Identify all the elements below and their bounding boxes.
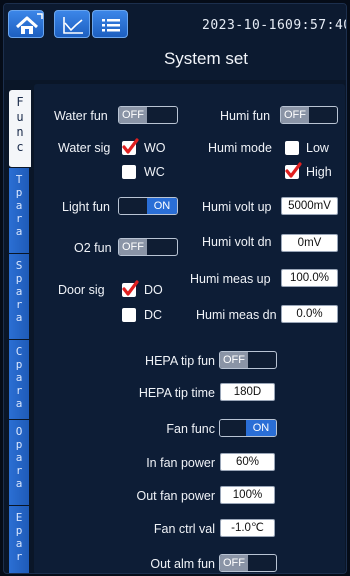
tab-letter: a xyxy=(15,285,23,298)
tab-epara[interactable]: Epar xyxy=(9,506,29,573)
checkmark-icon xyxy=(285,162,302,178)
do-checkbox[interactable] xyxy=(122,280,139,297)
out-fan-power-label: Out fan power xyxy=(136,489,215,503)
tab-spara[interactable]: Spara xyxy=(9,254,29,340)
water-fun-label: Water fun xyxy=(54,109,108,123)
do-label: DO xyxy=(144,283,163,297)
door-sig-label: Door sig xyxy=(58,283,105,297)
home-button[interactable] xyxy=(8,10,44,38)
humi-volt-up-field[interactable]: 5000mV xyxy=(281,197,338,215)
chart-button[interactable] xyxy=(54,10,90,38)
water-sig-label: Water sig xyxy=(58,141,111,155)
hepa-tip-fun-toggle[interactable]: OFF xyxy=(219,351,277,369)
fan-ctrl-val-field[interactable]: -1.0℃ xyxy=(220,519,275,537)
tab-letter: a xyxy=(15,225,23,238)
page-title: System set xyxy=(163,49,249,68)
settings-panel: Water fun OFF Humi fun OFF Water sig WO … xyxy=(34,84,345,573)
tab-cpara[interactable]: Cpara xyxy=(9,340,29,420)
light-fun-label: Light fun xyxy=(62,200,110,214)
humi-volt-dn-field[interactable]: 0mV xyxy=(281,234,338,252)
tab-letter: a xyxy=(15,451,23,464)
chart-icon xyxy=(63,17,83,34)
dc-label: DC xyxy=(144,308,163,322)
wc-label: WC xyxy=(144,165,165,179)
tab-letter: a xyxy=(15,537,23,550)
out-alm-fun-label: Out alm fun xyxy=(150,557,215,571)
tab-letter: a xyxy=(15,371,23,384)
tab-letter: p xyxy=(15,186,23,199)
light-fun-toggle[interactable]: ON xyxy=(118,197,178,215)
list-button[interactable] xyxy=(92,10,128,38)
tab-letter: a xyxy=(15,311,23,324)
tab-letter: F xyxy=(16,95,24,109)
humi-meas-up-field[interactable]: 100.0% xyxy=(281,269,338,287)
tab-letter: r xyxy=(15,464,23,477)
tab-letter: r xyxy=(15,298,23,311)
tab-letter: p xyxy=(15,524,23,537)
tab-letter: r xyxy=(15,212,23,225)
tab-letter: E xyxy=(15,511,23,524)
high-label: High xyxy=(306,165,332,179)
o2-fun-toggle[interactable]: OFF xyxy=(118,238,178,256)
humi-meas-up-label: Humi meas up xyxy=(190,272,271,286)
fan-func-label: Fan func xyxy=(166,422,215,436)
wc-checkbox[interactable] xyxy=(122,165,136,179)
wo-checkbox[interactable] xyxy=(122,138,139,155)
wo-label: WO xyxy=(144,141,166,155)
out-alm-fun-toggle[interactable]: OFF xyxy=(219,554,277,572)
hepa-tip-time-field[interactable]: 180D xyxy=(220,383,275,401)
low-checkbox[interactable] xyxy=(285,141,299,155)
low-label: Low xyxy=(306,141,329,155)
tab-letter: r xyxy=(15,384,23,397)
high-checkbox[interactable] xyxy=(285,162,302,179)
app-frame: 2023-10-16 09:57:40 System set FuncTpara… xyxy=(3,3,347,574)
humi-volt-dn-label: Humi volt dn xyxy=(202,235,272,249)
list-icon xyxy=(102,19,120,32)
water-fun-toggle[interactable]: OFF xyxy=(118,106,178,124)
tab-letter: p xyxy=(15,272,23,285)
tab-letter: T xyxy=(15,173,23,186)
tab-func[interactable]: Func xyxy=(9,90,31,168)
humi-meas-dn-field[interactable]: 0.0% xyxy=(281,305,338,323)
header: 2023-10-16 09:57:40 System set xyxy=(4,4,347,80)
in-fan-power-label: In fan power xyxy=(146,456,215,470)
checkmark-icon xyxy=(122,138,139,154)
o2-fun-label: O2 fun xyxy=(74,241,112,255)
tab-tpara[interactable]: Tpara xyxy=(9,168,29,254)
tab-letter: u xyxy=(16,110,24,124)
in-fan-power-field[interactable]: 60% xyxy=(220,453,275,471)
fan-func-toggle[interactable]: ON xyxy=(219,419,277,437)
hepa-tip-time-label: HEPA tip time xyxy=(138,386,215,400)
tab-letter: O xyxy=(15,425,23,438)
hepa-tip-fun-label: HEPA tip fun xyxy=(145,354,215,368)
tab-letter: n xyxy=(16,125,24,139)
tab-letter: C xyxy=(15,345,23,358)
humi-volt-up-label: Humi volt up xyxy=(202,200,272,214)
date-display: 2023-10-16 xyxy=(202,18,286,33)
humi-mode-label: Humi mode xyxy=(208,141,272,155)
humi-fun-label: Humi fun xyxy=(220,109,271,123)
out-fan-power-field[interactable]: 100% xyxy=(220,486,275,504)
tab-letter: p xyxy=(15,358,23,371)
checkmark-icon xyxy=(122,280,139,296)
tab-letter: c xyxy=(16,140,24,154)
tab-letter: a xyxy=(15,397,23,410)
dc-checkbox[interactable] xyxy=(122,308,136,322)
tab-letter: a xyxy=(15,199,23,212)
humi-fun-toggle[interactable]: OFF xyxy=(280,106,338,124)
tab-opara[interactable]: Opara xyxy=(9,420,29,506)
time-display: 09:57:40 xyxy=(285,18,347,33)
tab-letter: a xyxy=(15,477,23,490)
tab-letter: p xyxy=(15,438,23,451)
tab-letter: r xyxy=(15,550,23,563)
home-icon xyxy=(15,13,43,34)
humi-meas-dn-label: Humi meas dn xyxy=(196,308,277,322)
tab-letter: S xyxy=(15,259,23,272)
fan-ctrl-val-label: Fan ctrl val xyxy=(153,522,215,536)
